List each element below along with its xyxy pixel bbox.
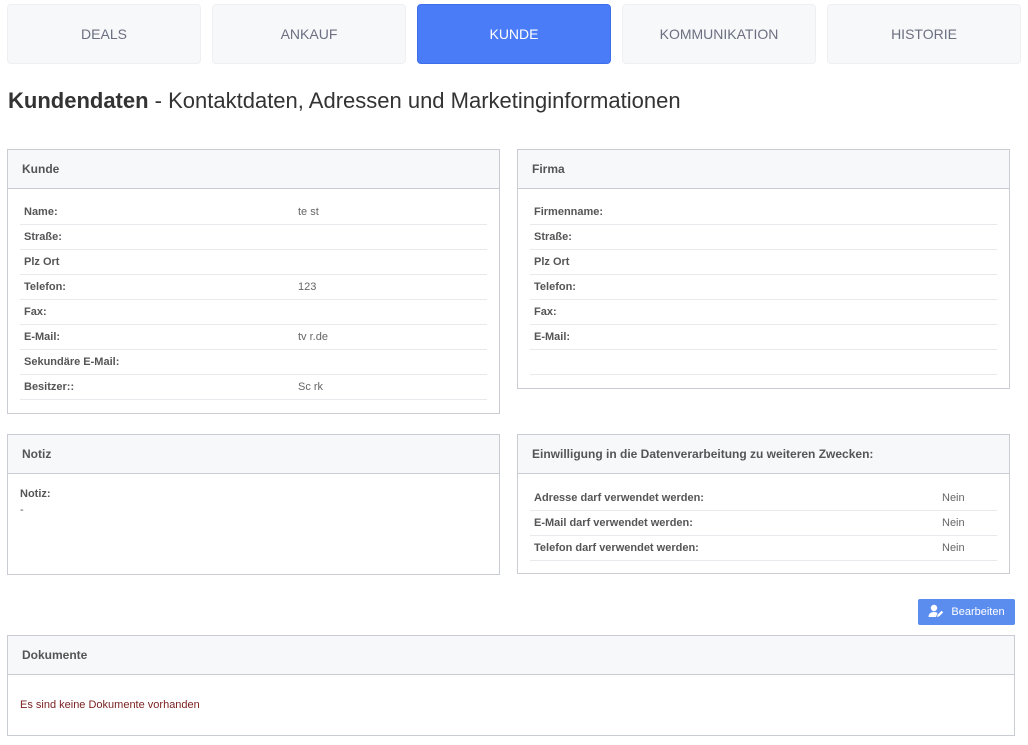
page-title: Kundendaten - Kontaktdaten, Adressen und… [8,88,681,114]
documents-empty-message: Es sind keine Dokumente vorhanden [20,699,200,711]
company-row-zip-city: Plz Ort [530,250,997,275]
consent-row-address: Adresse darf verwendet werden: Nein [530,486,997,511]
company-row-fax: Fax: [530,300,997,325]
customer-email-value: tv r.de [298,331,328,343]
edit-button-label: Bearbeiten [951,606,1005,618]
customer-row-fax: Fax: [20,300,487,325]
company-row-street: Straße: [530,225,997,250]
consent-row-phone: Telefon darf verwendet werden: Nein [530,536,997,561]
tab-bar: DEALS ANKAUF KUNDE KOMMUNIKATION HISTORI… [7,4,1021,64]
customer-row-email: E-Mail: tv r.de [20,325,487,350]
page-title-bold: Kundendaten [8,88,149,113]
customer-row-name: Name: te st [20,200,487,225]
customer-row-secondary-email: Sekundäre E-Mail: [20,350,487,375]
company-panel: Firma Firmenname: Straße: Plz Ort Telefo… [517,149,1010,389]
customer-panel: Kunde Name: te st Straße: Plz Ort Telefon… [7,149,500,414]
documents-panel: Dokumente Es sind keine Dokumente vorhan… [7,635,1015,736]
note-value: - [20,504,24,516]
user-edit-icon [928,604,944,621]
consent-panel-title: Einwilligung in die Datenverarbeitung zu… [518,435,1009,474]
customer-phone-value: 123 [298,281,317,293]
consent-phone-value: Nein [942,542,965,554]
customer-owner-value: Sc rk [298,381,324,393]
consent-email-value: Nein [942,517,965,529]
company-panel-title: Firma [518,150,1009,189]
tab-historie[interactable]: HISTORIE [827,4,1021,64]
documents-panel-title: Dokumente [8,636,1014,675]
customer-row-street: Straße: [20,225,487,250]
tab-ankauf[interactable]: ANKAUF [212,4,406,64]
tab-kommunikation[interactable]: KOMMUNIKATION [622,4,816,64]
company-row-name: Firmenname: [530,200,997,225]
customer-row-zip-city: Plz Ort [20,250,487,275]
tab-kunde[interactable]: KUNDE [417,4,611,64]
company-row-phone: Telefon: [530,275,997,300]
customer-row-owner: Besitzer:: Sc rk [20,375,487,400]
edit-button[interactable]: Bearbeiten [918,599,1015,625]
company-row-empty [530,350,997,375]
customer-row-phone: Telefon: 123 [20,275,487,300]
customer-panel-title: Kunde [8,150,499,189]
note-panel: Notiz Notiz: - [7,434,500,575]
consent-panel: Einwilligung in die Datenverarbeitung zu… [517,434,1010,574]
consent-row-email: E-Mail darf verwendet werden: Nein [530,511,997,536]
customer-name-value: te st [298,206,319,218]
company-row-email: E-Mail: [530,325,997,350]
note-label: Notiz: [20,488,51,500]
consent-address-value: Nein [942,492,965,504]
tab-deals[interactable]: DEALS [7,4,201,64]
page-title-subtitle: - Kontaktdaten, Adressen und Marketingin… [148,88,681,113]
note-panel-title: Notiz [8,435,499,474]
